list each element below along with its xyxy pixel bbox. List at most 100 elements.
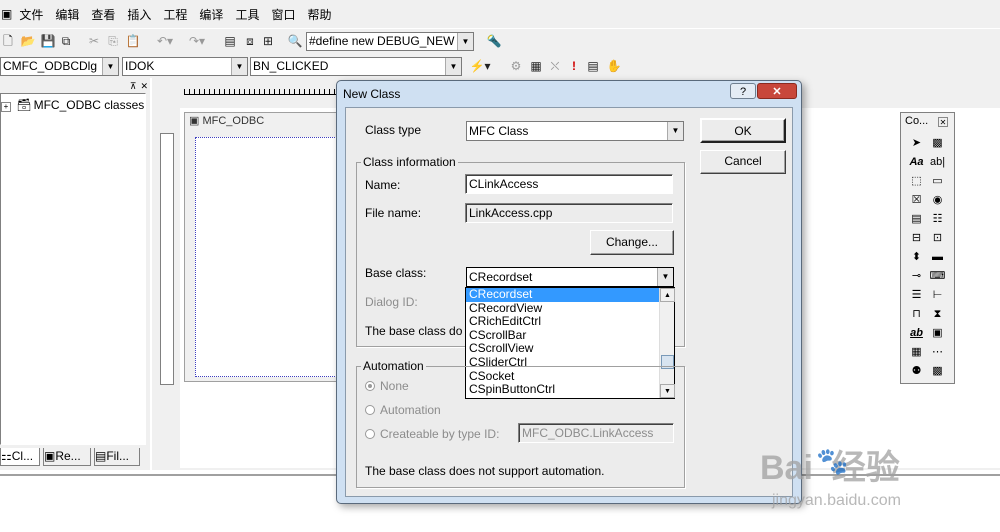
close-icon[interactable]: ✕	[938, 117, 948, 127]
menu-view[interactable]: 查看	[85, 6, 121, 23]
pointer-icon[interactable]: ➤	[908, 135, 925, 152]
base-class-option[interactable]: CRecordView	[466, 301, 659, 316]
menu-edit[interactable]: 编辑	[49, 6, 85, 23]
spin-icon[interactable]: ⬍	[908, 249, 925, 266]
find-icon[interactable]: 🔦	[486, 33, 502, 49]
class-combo[interactable]: CMFC_ODBCDlg ▼	[0, 57, 119, 76]
date-picker-icon[interactable]: ▣	[929, 325, 946, 342]
hscroll-icon[interactable]: ⊟	[908, 230, 925, 247]
picture-icon[interactable]: ▩	[929, 135, 946, 152]
name-field[interactable]: CLinkAccess	[465, 174, 673, 194]
chevron-down-icon[interactable]: ▼	[457, 33, 473, 50]
menu-window[interactable]: 窗口	[265, 6, 301, 23]
automation-automation-radio[interactable]: Automation	[365, 403, 441, 417]
redo-icon[interactable]: ↷▾	[184, 33, 210, 49]
windows-icon[interactable]: ⊞	[260, 33, 276, 49]
menu-insert[interactable]: 插入	[121, 6, 157, 23]
hotkey-icon[interactable]: ⌨	[929, 268, 946, 285]
menu-tools[interactable]: 工具	[229, 6, 265, 23]
menu-help[interactable]: 帮助	[301, 6, 337, 23]
chevron-down-icon[interactable]: ▼	[667, 122, 683, 140]
cut-icon[interactable]: ✂	[86, 33, 102, 49]
list-control-icon[interactable]: ☰	[908, 287, 925, 304]
checkbox-icon[interactable]: ☒	[908, 192, 925, 209]
copy-icon[interactable]: ⎘	[105, 33, 121, 49]
ok-button[interactable]: OK	[700, 118, 786, 143]
static-text-icon[interactable]: Aa	[908, 154, 925, 171]
base-class-option[interactable]: CScrollBar	[466, 328, 659, 343]
scroll-up-icon[interactable]: ▲	[660, 288, 675, 302]
close-button[interactable]: ✕	[757, 83, 797, 99]
menu-build[interactable]: 编译	[193, 6, 229, 23]
expand-icon[interactable]: +	[1, 102, 11, 112]
tab-classview[interactable]: ⚏Cl...	[0, 448, 40, 466]
find-in-files-icon[interactable]: 🔍	[287, 33, 303, 49]
class-tree: + 🗃 MFC_ODBC classes	[0, 93, 146, 445]
automation-none-radio[interactable]: None	[365, 379, 409, 393]
open-folder-icon[interactable]: 📂	[20, 33, 36, 49]
close-icon[interactable]: ✕	[140, 81, 148, 91]
chevron-down-icon[interactable]: ▼	[445, 58, 461, 75]
help-button[interactable]: ?	[730, 83, 756, 99]
class-type-combo[interactable]: MFC Class ▼	[466, 121, 684, 141]
group-box-icon[interactable]: ⬚	[908, 173, 925, 190]
save-all-icon[interactable]: ⧉	[58, 33, 74, 49]
animate-icon[interactable]: ⧗	[929, 306, 946, 323]
chevron-down-icon[interactable]: ▼	[657, 268, 673, 286]
workspace-icon[interactable]: ▤	[222, 33, 238, 49]
toolbar-wizard: CMFC_ODBCDlg ▼ IDOK ▼ BN_CLICKED ▼ ⚡▾ ⚙ …	[0, 54, 1000, 78]
radio-icon[interactable]: ◉	[929, 192, 946, 209]
undo-icon[interactable]: ↶▾	[152, 33, 178, 49]
combo-box-icon[interactable]: ▤	[908, 211, 925, 228]
tree-control-icon[interactable]: ⊢	[929, 287, 946, 304]
output-icon[interactable]: ⧈	[242, 33, 258, 49]
paste-icon[interactable]: 📋	[125, 33, 141, 49]
stop-build-icon[interactable]: ⛌	[547, 58, 563, 74]
month-calendar-icon[interactable]: ▦	[908, 344, 925, 361]
progress-icon[interactable]: ▬	[929, 249, 946, 266]
new-file-icon[interactable]: 🗋	[0, 33, 16, 49]
automation-createable-radio[interactable]: Createable by type ID:	[365, 427, 499, 441]
extended-combo-icon[interactable]: ▩	[929, 363, 946, 380]
base-class-option[interactable]: CScrollView	[466, 342, 659, 356]
build-icon[interactable]: ▦	[528, 58, 544, 74]
workspace-pane: ⊼ ✕ + 🗃 MFC_ODBC classes ⚏Cl... ▣Re... ▤Fi…	[0, 78, 150, 470]
list-box-icon[interactable]: ☷	[929, 211, 946, 228]
tab-control-icon[interactable]: ⊓	[908, 306, 925, 323]
maximize-icon[interactable]: ⊼	[130, 81, 137, 91]
edit-box-icon[interactable]: ab|	[929, 154, 946, 171]
chevron-down-icon[interactable]: ▼	[102, 58, 118, 75]
tree-root[interactable]: + 🗃 MFC_ODBC classes	[1, 98, 144, 112]
wizard-action-icon[interactable]: ⚡▾	[466, 58, 494, 74]
change-button[interactable]: Change...	[590, 230, 674, 255]
go-icon[interactable]: ▤	[585, 58, 601, 74]
toolbar-standard: 🗋 📂 💾 ⧉ ✂ ⎘ 📋 ↶▾ ↷▾ ▤ ⧈ ⊞ 🔍 #define new …	[0, 28, 1000, 54]
chevron-down-icon[interactable]: ▼	[231, 58, 247, 75]
slider-icon[interactable]: ⊸	[908, 268, 925, 285]
execute-icon[interactable]: !	[566, 58, 582, 74]
message-combo[interactable]: BN_CLICKED ▼	[250, 57, 462, 76]
menu-file[interactable]: 文件	[13, 6, 49, 23]
dialog-icon: ▣	[189, 115, 200, 127]
vscroll-icon[interactable]: ⊡	[929, 230, 946, 247]
compile-icon[interactable]: ⚙	[508, 58, 524, 74]
menu-project[interactable]: 工程	[157, 6, 193, 23]
rich-edit-icon[interactable]: ab	[908, 325, 925, 342]
base-class-option[interactable]: CRecordset	[466, 287, 659, 302]
custom-control-icon[interactable]: ⚉	[908, 363, 925, 380]
save-icon[interactable]: 💾	[40, 33, 56, 49]
base-class-option[interactable]: CRichEditCtrl	[466, 315, 659, 329]
define-combo[interactable]: #define new DEBUG_NEW ▼	[306, 32, 474, 51]
id-combo[interactable]: IDOK ▼	[122, 57, 248, 76]
new-class-dialog: New Class ? ✕ Class type MFC Class ▼ OK …	[336, 80, 802, 504]
dialog-preview-client	[195, 137, 355, 377]
cancel-button[interactable]: Cancel	[700, 150, 786, 174]
tab-fileview[interactable]: ▤Fil...	[94, 448, 140, 466]
base-class-label: Base class:	[365, 266, 427, 280]
button-icon[interactable]: ▭	[929, 173, 946, 190]
ip-address-icon[interactable]: ⋯	[929, 344, 946, 361]
dialog-preview[interactable]: ▣ MFC_ODBC	[184, 112, 355, 382]
base-class-combo[interactable]: CRecordset ▼	[466, 267, 674, 287]
breakpoint-icon[interactable]: ✋	[606, 58, 622, 74]
tab-resourceview[interactable]: ▣Re...	[43, 448, 91, 466]
